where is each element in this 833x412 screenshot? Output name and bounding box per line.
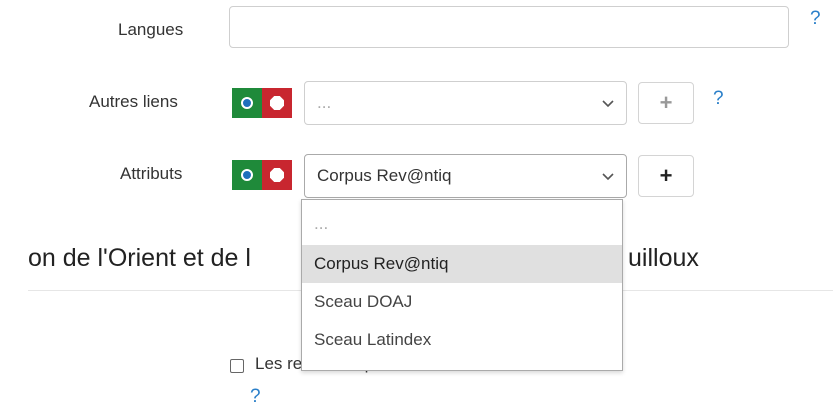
dropdown-option-sceau-doaj[interactable]: Sceau DOAJ [302,283,622,321]
dropdown-option-sceau-latindex[interactable]: Sceau Latindex [302,321,622,359]
stop-icon[interactable] [262,160,292,190]
section-heading-left: on de l'Orient et de l [28,244,251,272]
langues-input[interactable] [229,6,789,48]
autres-liens-label: Autres liens [89,92,178,111]
section-heading-right: uilloux [628,244,699,272]
filter-help-icon[interactable]: ? [250,386,261,408]
chevron-down-icon [602,93,614,113]
attributs-select-value: Corpus Rev@ntiq [317,166,452,185]
plus-icon: + [659,163,673,188]
attributs-select[interactable]: Corpus Rev@ntiq [304,154,627,198]
dropdown-option-empty[interactable]: ... [302,205,622,243]
autres-liens-help-icon[interactable]: ? [713,88,724,110]
autres-liens-select[interactable]: ... [304,81,627,125]
attributs-toggle[interactable] [232,160,292,190]
langues-help-icon[interactable]: ? [810,8,821,30]
disponibles-checkbox[interactable] [230,359,244,373]
dropdown-option-corpus-reventiq[interactable]: Corpus Rev@ntiq [302,245,622,283]
autres-liens-select-value: ... [317,93,332,112]
autres-liens-toggle[interactable] [232,88,292,118]
attributs-add-button[interactable]: + [638,155,694,197]
radio-on-icon[interactable] [232,88,262,118]
plus-icon: + [659,90,673,115]
autres-liens-add-button[interactable]: + [638,82,694,124]
attributs-dropdown-list: ... Corpus Rev@ntiq Sceau DOAJ Sceau Lat… [301,199,623,371]
chevron-down-icon [602,166,614,186]
stop-icon[interactable] [262,88,292,118]
langues-label: Langues [118,20,184,39]
attributs-label: Attributs [120,164,183,183]
radio-on-icon[interactable] [232,160,262,190]
